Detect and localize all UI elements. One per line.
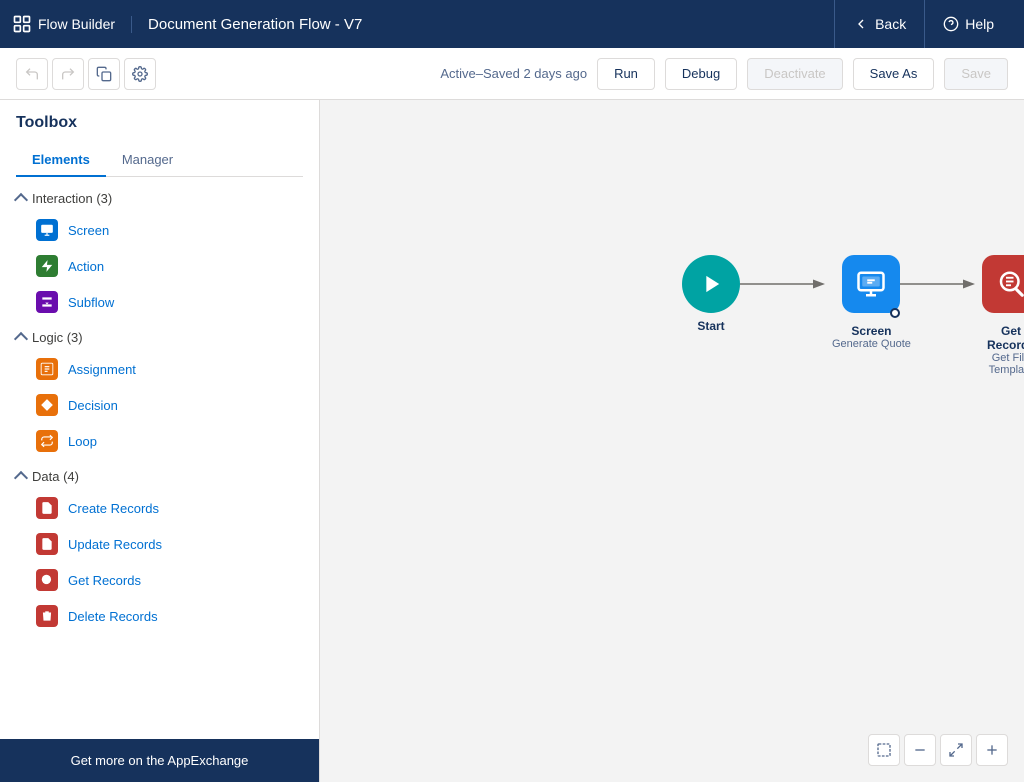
node-screen[interactable]: Screen Generate Quote (832, 255, 911, 350)
sidebar-item-action-label: Action (68, 259, 104, 274)
sidebar-item-get-records-label: Get Records (68, 573, 141, 588)
node-getrecords-label: Get Records (982, 324, 1024, 352)
flow-builder-icon (12, 14, 32, 34)
marquee-icon (876, 742, 892, 758)
zoom-in-icon (984, 742, 1000, 758)
assignment-icon (36, 358, 58, 380)
sidebar-item-loop-label: Loop (68, 434, 97, 449)
sidebar-item-loop[interactable]: Loop (0, 423, 319, 459)
flow-title: Document Generation Flow - V7 (131, 16, 362, 33)
create-records-icon (36, 497, 58, 519)
help-icon (943, 16, 959, 32)
sidebar-section-interaction-header[interactable]: Interaction (3) (0, 185, 319, 212)
node-start-label: Start (697, 319, 724, 333)
sidebar-section-data-header[interactable]: Data (4) (0, 463, 319, 490)
save-button[interactable]: Save (944, 58, 1008, 90)
run-button[interactable]: Run (597, 58, 655, 90)
sidebar-tabs: Elements Manager (16, 144, 303, 177)
sidebar-item-create-records-label: Create Records (68, 501, 159, 516)
debug-button[interactable]: Debug (665, 58, 737, 90)
node-getrecords-sublabel: Get File Template (982, 352, 1024, 376)
fit-screen-button[interactable] (940, 734, 972, 766)
sidebar-item-screen[interactable]: Screen (0, 212, 319, 248)
sidebar: Toolbox Elements Manager Interaction (3)… (0, 100, 320, 782)
sidebar-item-subflow-label: Subflow (68, 295, 114, 310)
redo-icon (60, 66, 76, 82)
canvas-controls (868, 734, 1008, 766)
back-icon (853, 16, 869, 32)
redo-button[interactable] (52, 58, 84, 90)
chevron-interaction-icon (14, 192, 28, 206)
sidebar-item-delete-records[interactable]: Delete Records (0, 598, 319, 634)
get-records-icon (36, 569, 58, 591)
sidebar-item-delete-records-label: Delete Records (68, 609, 158, 624)
sidebar-item-assignment[interactable]: Assignment (0, 351, 319, 387)
sidebar-section-logic: Logic (3) Assignment Decision (0, 324, 319, 459)
canvas[interactable]: Yes Default Outcome Start Screen Genera (320, 100, 1024, 782)
sidebar-item-update-records[interactable]: Update Records (0, 526, 319, 562)
node-screen-sublabel: Generate Quote (832, 338, 911, 350)
tab-elements[interactable]: Elements (16, 144, 106, 177)
gear-icon (132, 66, 148, 82)
canvas-inner: Yes Default Outcome Start Screen Genera (320, 100, 1024, 782)
deactivate-button[interactable]: Deactivate (747, 58, 842, 90)
sidebar-section-logic-header[interactable]: Logic (3) (0, 324, 319, 351)
sidebar-item-decision[interactable]: Decision (0, 387, 319, 423)
sidebar-item-screen-label: Screen (68, 223, 109, 238)
sidebar-content: Interaction (3) Screen Action (0, 177, 319, 739)
sidebar-section-interaction-label: Interaction (3) (32, 191, 112, 206)
settings-button[interactable] (124, 58, 156, 90)
top-nav: Flow Builder Document Generation Flow - … (0, 0, 1024, 48)
node-screen-label: Screen (851, 324, 891, 338)
help-button[interactable]: Help (924, 0, 1012, 48)
flow-builder-brand[interactable]: Flow Builder (12, 14, 115, 34)
loop-icon (36, 430, 58, 452)
undo-icon (24, 66, 40, 82)
update-records-icon (36, 533, 58, 555)
sidebar-item-get-records[interactable]: Get Records (0, 562, 319, 598)
chevron-logic-icon (14, 331, 28, 345)
chevron-data-icon (14, 470, 28, 484)
sidebar-section-data: Data (4) Create Records Update Records (0, 463, 319, 634)
sidebar-item-assignment-label: Assignment (68, 362, 136, 377)
sidebar-item-subflow[interactable]: Subflow (0, 284, 319, 320)
copy-icon (96, 66, 112, 82)
main-layout: Toolbox Elements Manager Interaction (3)… (0, 100, 1024, 782)
screen-icon (36, 219, 58, 241)
zoom-out-icon (912, 742, 928, 758)
sidebar-section-logic-label: Logic (3) (32, 330, 83, 345)
sidebar-section-interaction: Interaction (3) Screen Action (0, 185, 319, 320)
sidebar-footer[interactable]: Get more on the AppExchange (0, 739, 319, 782)
node-getrecords[interactable]: Get Records Get File Template (982, 255, 1024, 376)
start-shape (682, 255, 740, 313)
screen-shape (842, 255, 900, 313)
delete-records-icon (36, 605, 58, 627)
zoom-out-button[interactable] (904, 734, 936, 766)
marquee-select-button[interactable] (868, 734, 900, 766)
toolbar: Active–Saved 2 days ago Run Debug Deacti… (0, 48, 1024, 100)
subflow-icon (36, 291, 58, 313)
connectors-svg (320, 100, 1024, 782)
getrecords-shape (982, 255, 1024, 313)
sidebar-header: Toolbox Elements Manager (0, 100, 319, 177)
sidebar-item-create-records[interactable]: Create Records (0, 490, 319, 526)
copy-button[interactable] (88, 58, 120, 90)
sidebar-item-decision-label: Decision (68, 398, 118, 413)
sidebar-section-data-label: Data (4) (32, 469, 79, 484)
save-as-button[interactable]: Save As (853, 58, 935, 90)
status-text: Active–Saved 2 days ago (440, 66, 587, 81)
node-start[interactable]: Start (682, 255, 740, 333)
sidebar-item-action[interactable]: Action (0, 248, 319, 284)
undo-button[interactable] (16, 58, 48, 90)
action-icon (36, 255, 58, 277)
zoom-in-button[interactable] (976, 734, 1008, 766)
fit-icon (948, 742, 964, 758)
sidebar-item-update-records-label: Update Records (68, 537, 162, 552)
back-button[interactable]: Back (834, 0, 924, 48)
tab-manager[interactable]: Manager (106, 144, 189, 177)
sidebar-title: Toolbox (16, 114, 303, 132)
decision-icon (36, 394, 58, 416)
